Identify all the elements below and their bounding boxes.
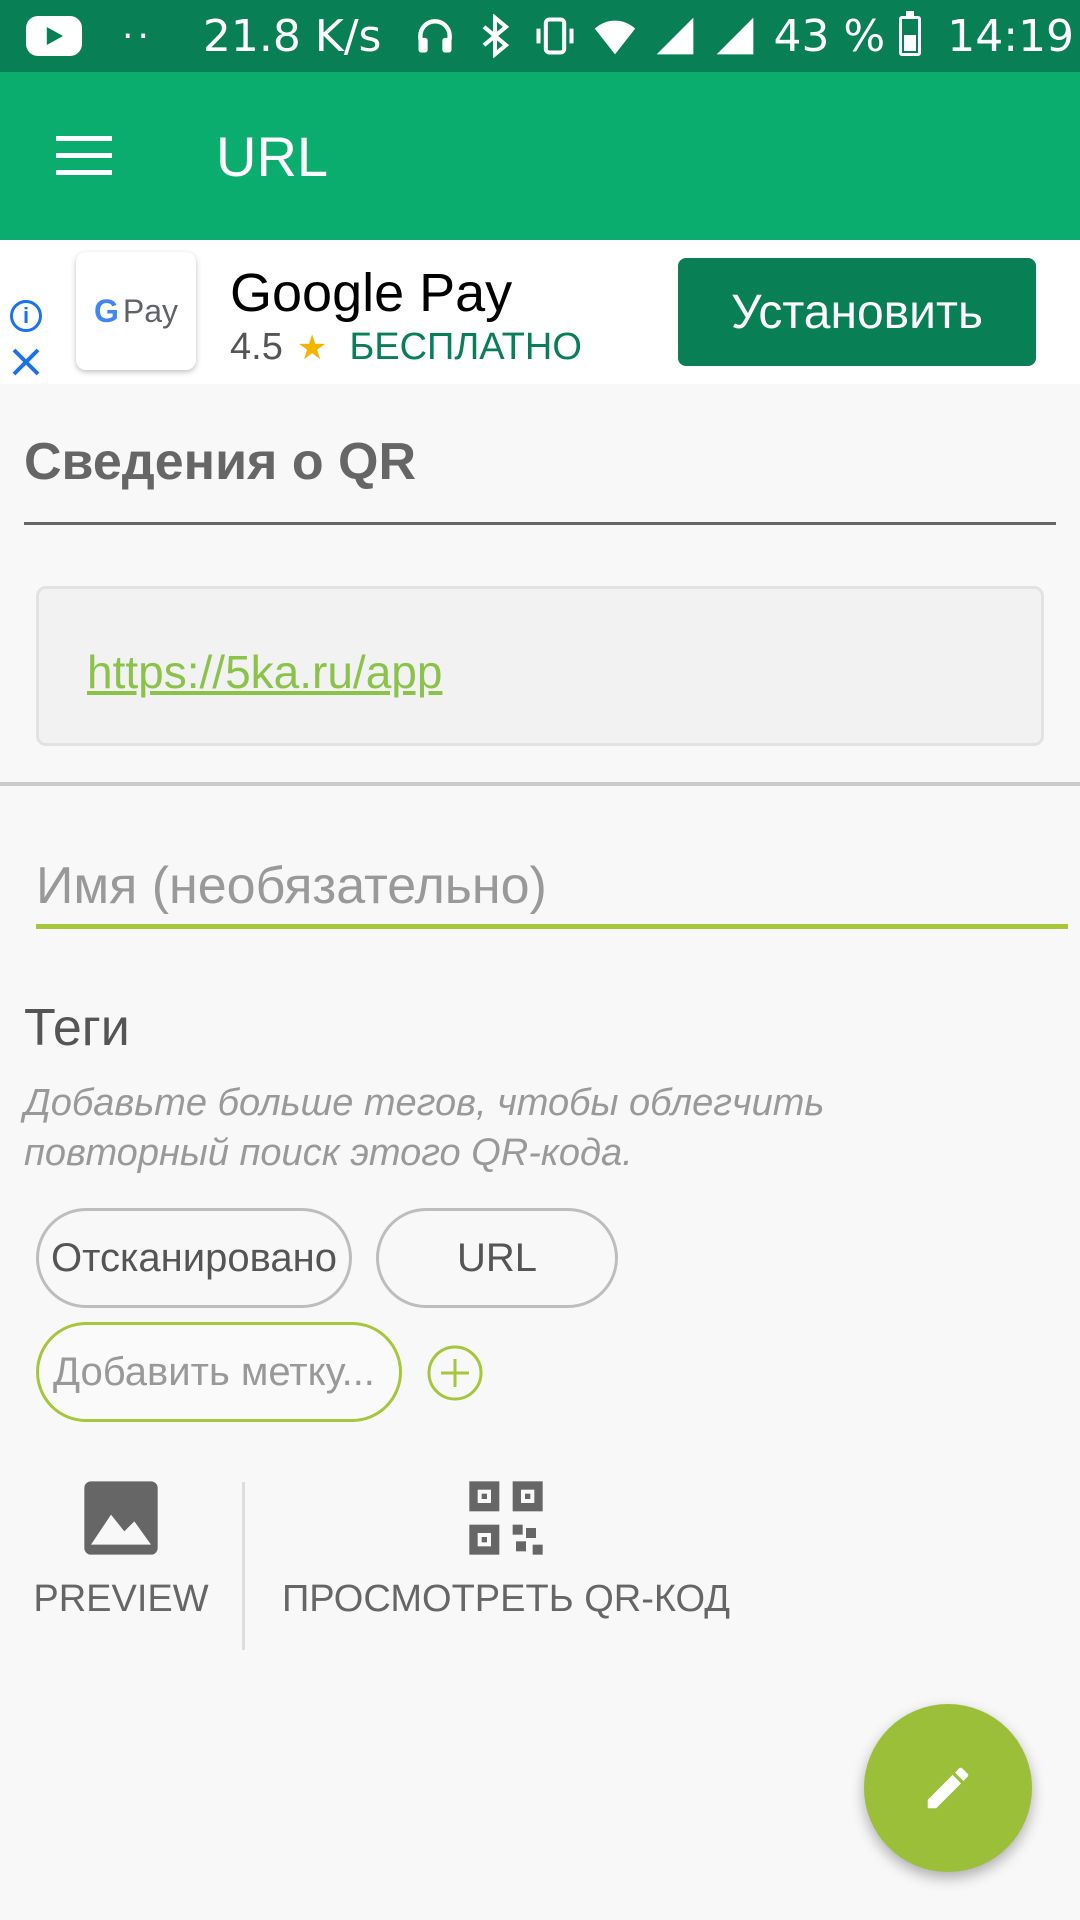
- hamburger-menu-icon: [56, 136, 112, 175]
- section-title: Сведения о QR: [24, 433, 417, 491]
- ad-info-icon[interactable]: i: [10, 300, 42, 332]
- vibrate-icon: [536, 17, 574, 55]
- edit-fab-button[interactable]: [864, 1704, 1032, 1872]
- add-tag-input[interactable]: [51, 1348, 399, 1396]
- tag-chip[interactable]: URL: [376, 1208, 618, 1308]
- menu-button[interactable]: [24, 96, 144, 216]
- ad-title: Google Pay: [230, 263, 513, 323]
- name-input-underline: [36, 924, 1068, 929]
- tags-title: Теги: [24, 999, 130, 1057]
- battery-percent: 43 %: [773, 10, 886, 62]
- action-separator: [242, 1482, 245, 1650]
- view-qr-label: ПРОСМОТРЕТЬ QR-КОД: [281, 1578, 731, 1620]
- youtube-icon: [26, 16, 82, 56]
- tags-hint: Добавьте больше тегов, чтобы облегчить п…: [24, 1082, 825, 1174]
- ad-rating: 4.5: [230, 326, 283, 368]
- battery-icon: [899, 11, 922, 56]
- add-tag-field[interactable]: [36, 1322, 402, 1422]
- wifi-icon: [595, 20, 636, 55]
- ad-app-logo: G Pay: [76, 252, 196, 370]
- ad-close-icon[interactable]: [10, 346, 42, 378]
- clock: 14:19: [947, 10, 1075, 62]
- signal-icon: [657, 17, 694, 55]
- section-divider: [24, 522, 1056, 525]
- preview-button[interactable]: PREVIEW: [30, 1478, 212, 1621]
- install-button[interactable]: Установить: [678, 258, 1036, 366]
- status-bar: ·· 21.8 K/s 43 % 14:19: [0, 0, 1080, 72]
- divider: [0, 782, 1080, 786]
- bluetooth-icon: [483, 14, 510, 58]
- ad-price: БЕСПЛАТНО: [349, 326, 582, 368]
- ad-banner[interactable]: i G Pay Google Pay 4.5 ★ БЕСПЛАТНО Устано…: [0, 240, 1080, 384]
- qr-code-icon: [469, 1481, 543, 1555]
- view-qr-button[interactable]: ПРОСМОТРЕТЬ QR-КОД: [276, 1478, 736, 1621]
- url-content-box: https://5ka.ru/app: [36, 586, 1044, 746]
- add-tag-plus-icon[interactable]: [426, 1344, 484, 1402]
- name-input[interactable]: [36, 846, 1068, 926]
- app-bar: URL: [0, 72, 1080, 240]
- headphones-icon: [418, 19, 453, 53]
- more-dots-icon: ··: [122, 15, 153, 57]
- net-speed: 21.8 K/s: [202, 10, 382, 62]
- tag-chip[interactable]: Отсканировано: [36, 1208, 352, 1308]
- signal-icon: [717, 17, 754, 55]
- star-icon: ★: [296, 328, 328, 367]
- image-icon: [84, 1481, 158, 1555]
- ad-meta: 4.5 ★ БЕСПЛАТНО: [230, 326, 582, 369]
- url-link[interactable]: https://5ka.ru/app: [87, 645, 442, 699]
- page-title: URL: [216, 124, 329, 188]
- preview-label: PREVIEW: [33, 1578, 209, 1620]
- name-field-container: [36, 846, 1068, 930]
- pencil-icon: [927, 1767, 969, 1809]
